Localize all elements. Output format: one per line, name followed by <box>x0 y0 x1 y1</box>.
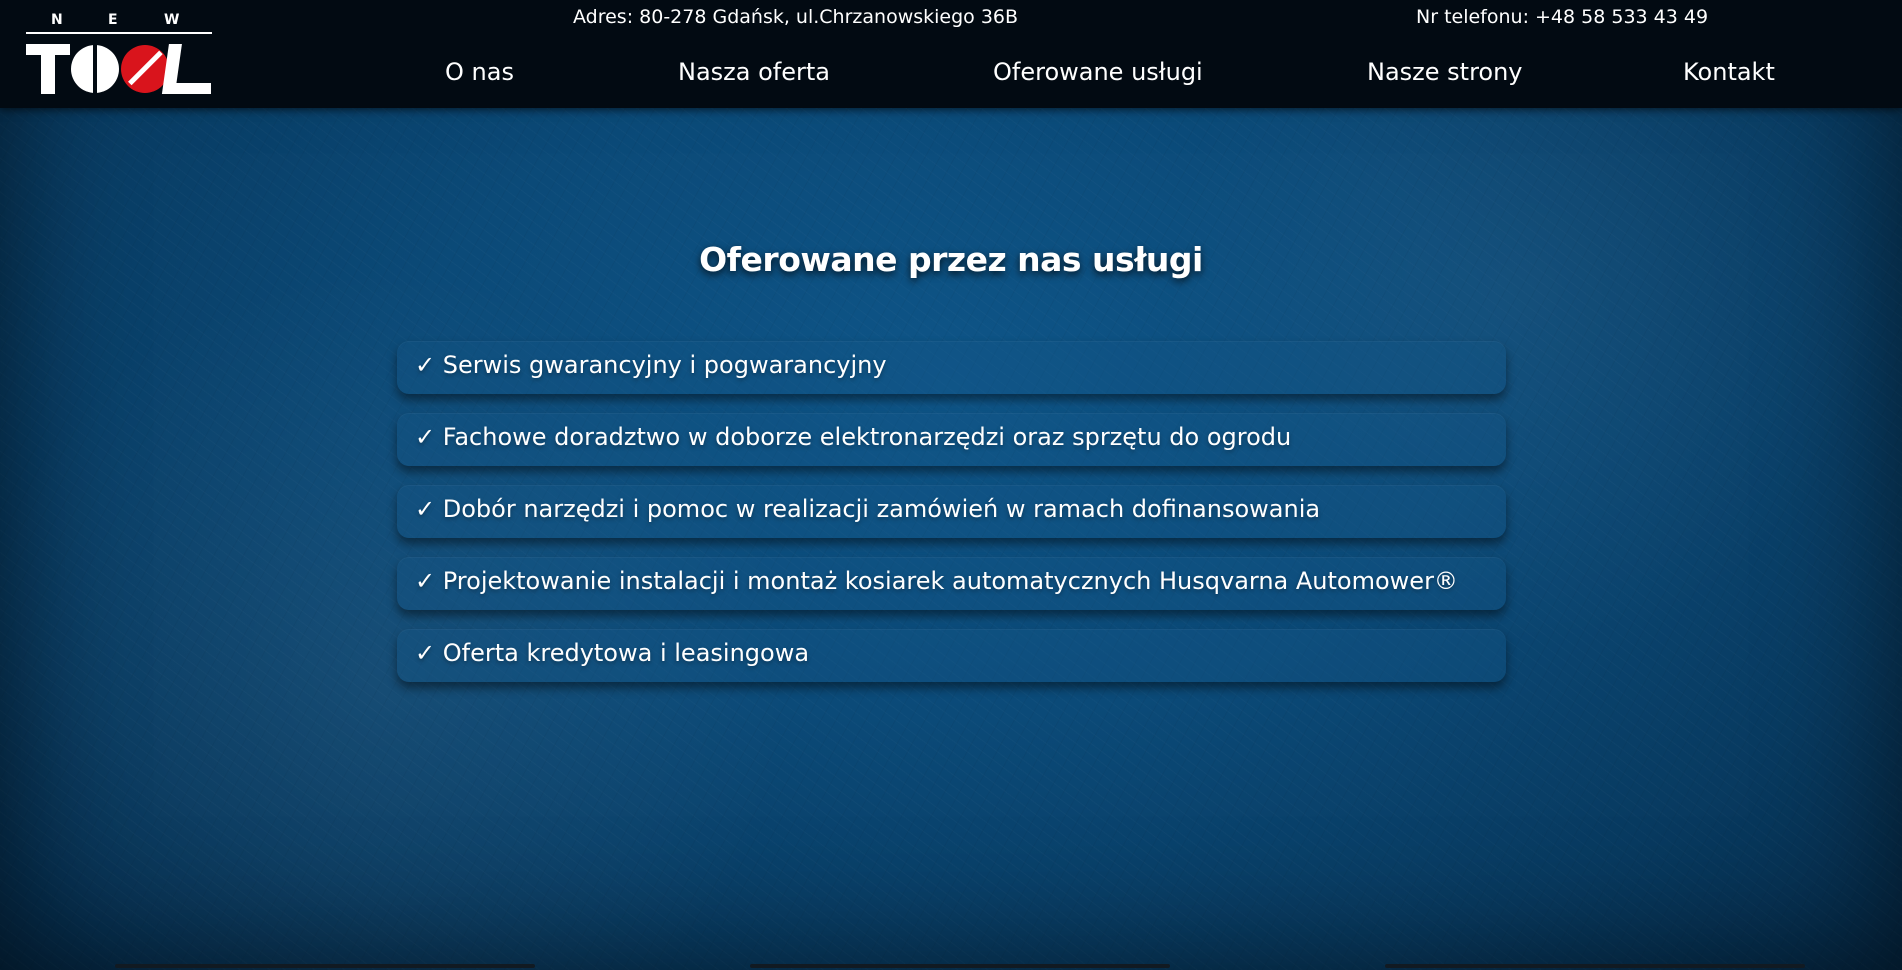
service-item: ✓ Dobór narzędzi i pomoc w realizacji za… <box>397 485 1506 538</box>
service-item: ✓ Projektowanie instalacji i montaż kosi… <box>397 557 1506 610</box>
nav-item-nasze-strony[interactable]: Nasze strony <box>1367 58 1523 86</box>
service-item: ✓ Serwis gwarancyjny i pogwarancyjny <box>397 341 1506 394</box>
services-list: ✓ Serwis gwarancyjny i pogwarancyjny ✓ F… <box>397 341 1506 701</box>
service-item: ✓ Oferta kredytowa i leasingowa <box>397 629 1506 682</box>
header-address: Adres: 80-278 Gdańsk, ul.Chrzanowskiego … <box>573 6 1019 28</box>
bottom-strip-segment <box>1385 964 1805 968</box>
logo-letter-e: E <box>108 12 118 28</box>
bottom-strip-segment <box>750 964 1170 968</box>
header-phone[interactable]: Nr telefonu: +48 58 533 43 49 <box>1416 6 1708 28</box>
page-title: Oferowane przez nas usługi <box>699 240 1203 280</box>
site-header: N E W Adres: 80-278 Gdańsk, ul.Chrzanows… <box>0 0 1902 108</box>
service-item-text: ✓ Oferta kredytowa i leasingowa <box>415 639 810 667</box>
bottom-strip-segment <box>115 964 535 968</box>
nav-item-nasza-oferta[interactable]: Nasza oferta <box>678 58 830 86</box>
service-item-text: ✓ Serwis gwarancyjny i pogwarancyjny <box>415 351 887 379</box>
service-item: ✓ Fachowe doradztwo w doborze elektronar… <box>397 413 1506 466</box>
service-item-text: ✓ Projektowanie instalacji i montaż kosi… <box>415 567 1458 595</box>
main-navigation: O nas Nasza oferta Oferowane usługi Nasz… <box>0 58 1902 94</box>
service-item-text: ✓ Fachowe doradztwo w doborze elektronar… <box>415 423 1292 451</box>
logo-letter-w: W <box>164 12 179 28</box>
nav-item-o-nas[interactable]: O nas <box>445 58 514 86</box>
bottom-edge-strip <box>0 962 1902 970</box>
logo-rule <box>26 32 212 34</box>
nav-item-kontakt[interactable]: Kontakt <box>1683 58 1775 86</box>
nav-item-oferowane-uslugi[interactable]: Oferowane usługi <box>993 58 1203 86</box>
service-item-text: ✓ Dobór narzędzi i pomoc w realizacji za… <box>415 495 1321 523</box>
logo-letter-n: N <box>51 12 63 28</box>
